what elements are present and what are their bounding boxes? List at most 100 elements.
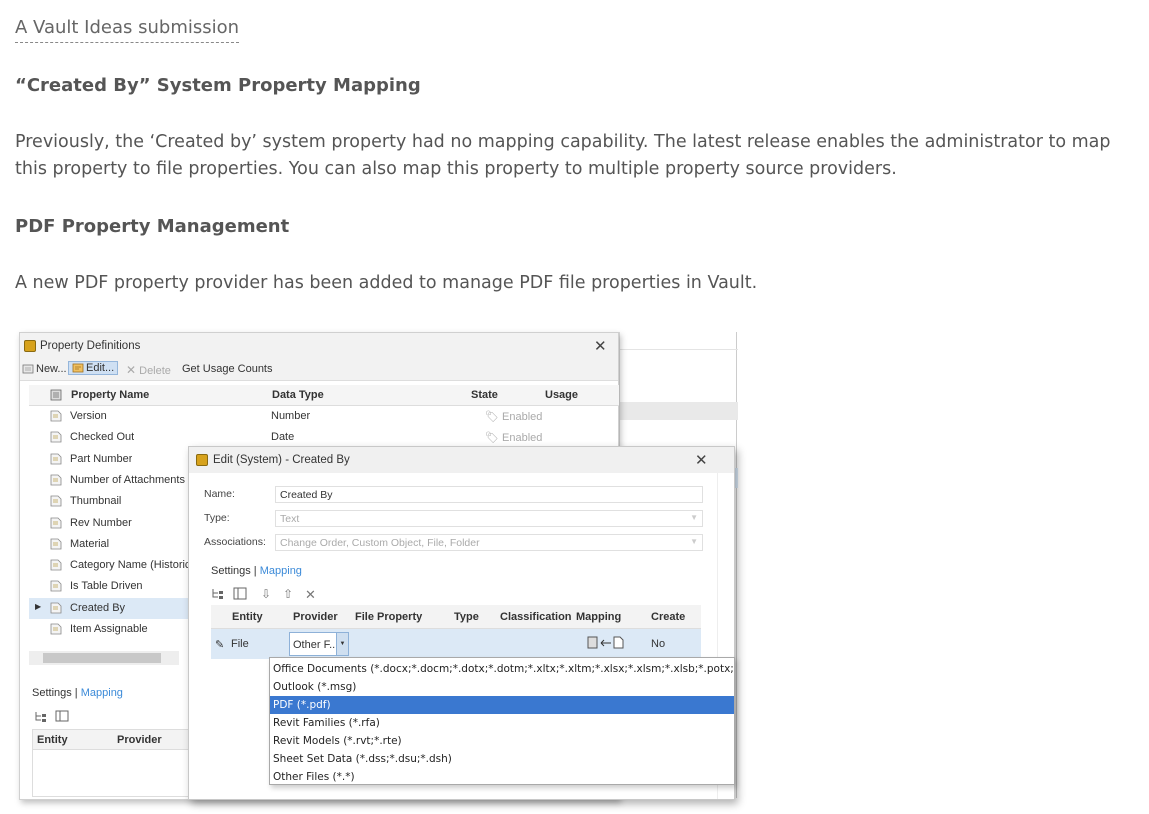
close-icon[interactable]: ✕ <box>594 337 607 355</box>
delete-x-icon: ✕ <box>126 363 137 377</box>
new-icon <box>22 363 34 374</box>
chevron-down-icon: ▼ <box>690 513 698 522</box>
get-usage-counts-button[interactable]: Get Usage Counts <box>182 363 273 375</box>
chevron-down-icon[interactable]: ▼ <box>336 633 348 655</box>
property-name: Material <box>70 537 110 550</box>
map-tree-icon[interactable] <box>34 712 48 725</box>
lower-toolbar <box>34 710 69 725</box>
data-type: Number <box>271 410 311 422</box>
col-create[interactable]: Create <box>651 611 685 623</box>
state-badge: 🏷 Enabled <box>485 432 543 445</box>
property-name: Number of Attachments <box>70 473 185 486</box>
columns-icon[interactable] <box>233 587 247 603</box>
row-selector-icon: ▶ <box>35 601 42 611</box>
mapping-direction-icon <box>587 636 627 653</box>
property-definitions-titlebar: Property Definitions ✕ <box>20 333 618 359</box>
new-button[interactable]: New... <box>22 363 67 375</box>
property-icon <box>50 517 63 529</box>
lower-mapping-table: Entity Provider <box>32 729 208 797</box>
type-label: Type: <box>204 512 230 524</box>
col-provider[interactable]: Provider <box>117 734 162 746</box>
property-icon <box>50 474 63 486</box>
edit-icon <box>72 362 84 373</box>
dropdown-option[interactable]: Outlook (*.msg) <box>270 678 734 696</box>
associations-select[interactable]: Change Order, Custom Object, File, Folde… <box>275 534 703 551</box>
property-icon <box>50 623 63 635</box>
vault-app-icon <box>196 454 208 466</box>
horizontal-scrollbar[interactable] <box>29 651 179 665</box>
property-name: Thumbnail <box>70 495 122 508</box>
table-row[interactable]: Version Number 🏷 Enabled <box>29 406 619 427</box>
tag-icon: 🏷 <box>485 432 499 445</box>
col-data-type[interactable]: Data Type <box>272 389 324 401</box>
mapping-tab[interactable]: Mapping <box>81 687 123 699</box>
vault-ideas-link[interactable]: A Vault Ideas submission <box>15 16 240 43</box>
type-select[interactable]: Text ▼ <box>275 510 703 527</box>
row-create: No <box>651 638 666 650</box>
associations-label: Associations: <box>204 536 266 548</box>
dropdown-option[interactable]: PDF (*.pdf) <box>270 696 734 714</box>
settings-tab[interactable]: Settings | <box>32 687 78 699</box>
provider-dropdown-list: Office Documents (*.docx;*.docm;*.dotx;*… <box>269 657 735 785</box>
property-name: Created By <box>70 601 126 614</box>
col-type[interactable]: Type <box>454 611 479 623</box>
dropdown-option[interactable]: Revit Families (*.rfa) <box>270 714 734 732</box>
property-name: Category Name (Historical) <box>70 559 190 572</box>
dropdown-option[interactable]: Revit Models (*.rvt;*.rte) <box>270 732 734 750</box>
col-classification[interactable]: Classification <box>500 611 572 623</box>
property-grid-header: Property Name Data Type State Usage <box>29 385 619 406</box>
edit-button[interactable]: Edit... <box>68 361 119 375</box>
move-up-icon[interactable]: ⇧ <box>283 587 293 601</box>
provider-value: Other F... <box>293 639 339 651</box>
grid-header-icon <box>50 389 62 404</box>
map-tree-icon[interactable] <box>211 587 225 603</box>
dropdown-option[interactable]: Other Files (*.*) <box>270 768 734 786</box>
property-name: Version <box>70 410 107 422</box>
col-file-property[interactable]: File Property <box>355 611 422 623</box>
delete-button[interactable]: ✕ Delete <box>126 363 171 377</box>
lower-settings-tabs: Settings | Mapping <box>32 687 123 699</box>
property-icon <box>50 559 63 571</box>
property-icon <box>50 538 63 550</box>
property-icon <box>50 453 63 465</box>
lower-table-header: Entity Provider <box>33 730 207 750</box>
col-mapping[interactable]: Mapping <box>576 611 621 623</box>
edit-pencil-icon: ✎ <box>215 639 225 651</box>
property-icon <box>50 410 63 422</box>
property-icon <box>50 495 63 507</box>
window-title: Property Definitions <box>40 340 141 352</box>
mapping-row[interactable]: ✎ File Other F... ▼ No <box>211 629 701 659</box>
property-name: Item Assignable <box>70 623 148 635</box>
name-field[interactable]: Created By <box>275 486 703 503</box>
property-name: Is Table Driven <box>70 580 143 593</box>
paragraph-created-by: Previously, the ‘Created by’ system prop… <box>15 132 1111 179</box>
scrollbar-thumb[interactable] <box>43 653 161 663</box>
col-property-name[interactable]: Property Name <box>71 389 149 401</box>
paragraph-pdf: A new PDF property provider has been add… <box>15 273 758 293</box>
property-toolbar: New... Edit... ✕ Delete Get Usage Counts <box>20 359 618 381</box>
tag-icon: 🏷 <box>485 411 499 423</box>
close-icon[interactable]: ✕ <box>695 451 708 469</box>
col-provider[interactable]: Provider <box>293 611 338 623</box>
heading-created-by-mapping: “Created By” System Property Mapping <box>15 75 421 96</box>
dropdown-option[interactable]: Sheet Set Data (*.dss;*.dsu;*.dsh) <box>270 750 734 768</box>
state-badge: 🏷 Enabled <box>485 411 543 423</box>
remove-icon[interactable]: ✕ <box>305 587 316 603</box>
row-entity: File <box>231 638 249 650</box>
mapping-tab[interactable]: Mapping <box>260 565 302 577</box>
dropdown-option[interactable]: Office Documents (*.docx;*.docm;*.dotx;*… <box>270 660 734 678</box>
col-entity[interactable]: Entity <box>232 611 263 623</box>
provider-combobox[interactable]: Other F... ▼ <box>289 632 349 656</box>
name-label: Name: <box>204 488 235 500</box>
edit-dialog-title: Edit (System) - Created By <box>213 454 350 466</box>
property-name: Part Number <box>70 452 133 465</box>
property-icon <box>50 580 63 592</box>
settings-tab[interactable]: Settings | <box>211 565 257 577</box>
mapping-table-header: Entity Provider File Property Type Class… <box>211 605 701 629</box>
move-down-icon[interactable]: ⇩ <box>261 587 271 601</box>
col-entity[interactable]: Entity <box>37 734 68 746</box>
columns-icon[interactable] <box>55 710 69 725</box>
property-icon <box>50 431 63 443</box>
col-state[interactable]: State <box>471 389 498 401</box>
col-usage[interactable]: Usage <box>545 389 578 401</box>
